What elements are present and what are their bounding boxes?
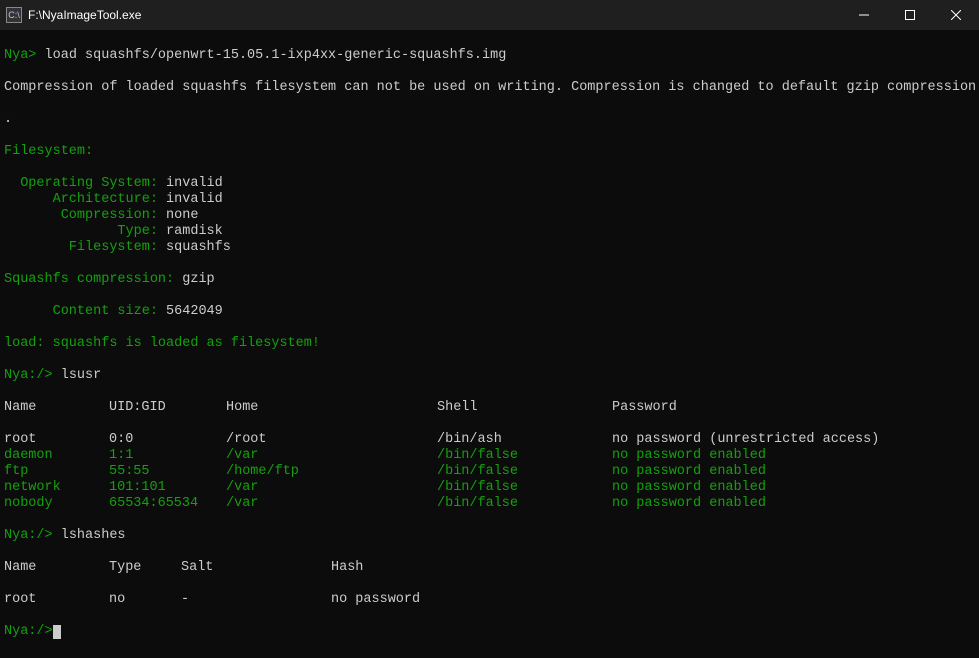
user-name: nobody <box>4 496 109 512</box>
user-name: daemon <box>4 448 109 464</box>
fs-value: invalid <box>158 192 223 207</box>
col-header-name: Name <box>4 400 109 416</box>
hash-row: rootno-no password <box>4 592 975 608</box>
user-uid: 1:1 <box>109 448 226 464</box>
warning-line: . <box>4 112 975 128</box>
content-size-label: Content size: <box>4 304 158 319</box>
user-shell: /bin/ash <box>437 432 612 448</box>
user-home: /var <box>226 448 437 464</box>
user-uid: 0:0 <box>109 432 226 448</box>
col-header-home: Home <box>226 400 437 416</box>
close-button[interactable] <box>933 0 979 30</box>
col-header-shell: Shell <box>437 400 612 416</box>
user-home: /var <box>226 480 437 496</box>
user-name: root <box>4 432 109 448</box>
warning-line: Compression of loaded squashfs filesyste… <box>4 80 975 96</box>
user-uid: 55:55 <box>109 464 226 480</box>
user-name: ftp <box>4 464 109 480</box>
col-header-hash: Hash <box>331 560 363 576</box>
window-titlebar: C:\ F:\NyaImageTool.exe <box>0 0 979 30</box>
user-shell: /bin/false <box>437 464 612 480</box>
user-row: nobody65534:65534/var/bin/falseno passwo… <box>4 496 975 512</box>
fs-label: Compression: <box>4 208 158 223</box>
app-icon: C:\ <box>6 7 22 23</box>
fs-label: Operating System: <box>4 176 158 191</box>
hash-value: no password <box>331 592 420 608</box>
squashfs-compression-value: gzip <box>174 272 215 287</box>
load-success-msg: load: squashfs is loaded as filesystem! <box>4 336 975 352</box>
col-header-uid: UID:GID <box>109 400 226 416</box>
user-password: no password enabled <box>612 480 766 496</box>
window-title: F:\NyaImageTool.exe <box>28 8 141 22</box>
user-password: no password enabled <box>612 496 766 512</box>
hash-type: no <box>109 592 181 608</box>
user-table-header: NameUID:GIDHomeShellPassword <box>4 400 975 416</box>
command-text: load squashfs/openwrt-15.05.1-ixp4xx-gen… <box>45 48 507 63</box>
user-uid: 65534:65534 <box>109 496 226 512</box>
col-header-password: Password <box>612 400 677 416</box>
user-row: root0:0/root/bin/ashno password (unrestr… <box>4 432 975 448</box>
prompt: Nya:/> <box>4 528 61 543</box>
col-header-name: Name <box>4 560 109 576</box>
filesystem-header: Filesystem: <box>4 144 975 160</box>
fs-value: none <box>158 208 199 223</box>
user-row: ftp55:55/home/ftp/bin/falseno password e… <box>4 464 975 480</box>
fs-value: ramdisk <box>158 224 223 239</box>
user-home: /var <box>226 496 437 512</box>
user-name: network <box>4 480 109 496</box>
fs-label: Filesystem: <box>4 240 158 255</box>
maximize-button[interactable] <box>887 0 933 30</box>
command-text: lshashes <box>61 528 126 543</box>
col-header-salt: Salt <box>181 560 331 576</box>
minimize-button[interactable] <box>841 0 887 30</box>
prompt: Nya:/> <box>4 368 61 383</box>
content-size-value: 5642049 <box>158 304 223 319</box>
squashfs-compression-label: Squashfs compression: <box>4 272 174 287</box>
prompt: Nya> <box>4 48 45 63</box>
hash-name: root <box>4 592 109 608</box>
col-header-type: Type <box>109 560 181 576</box>
fs-value: invalid <box>158 176 223 191</box>
terminal-output[interactable]: Nya> load squashfs/openwrt-15.05.1-ixp4x… <box>0 30 979 658</box>
user-row: network101:101/var/bin/falseno password … <box>4 480 975 496</box>
user-shell: /bin/false <box>437 448 612 464</box>
user-password: no password (unrestricted access) <box>612 432 879 448</box>
user-home: /root <box>226 432 437 448</box>
hash-salt: - <box>181 592 331 608</box>
fs-value: squashfs <box>158 240 231 255</box>
command-text: lsusr <box>61 368 102 383</box>
cursor <box>53 625 61 639</box>
user-shell: /bin/false <box>437 480 612 496</box>
prompt: Nya:/> <box>4 624 53 639</box>
user-home: /home/ftp <box>226 464 437 480</box>
user-password: no password enabled <box>612 448 766 464</box>
user-uid: 101:101 <box>109 480 226 496</box>
user-shell: /bin/false <box>437 496 612 512</box>
user-password: no password enabled <box>612 464 766 480</box>
hash-table-header: NameTypeSaltHash <box>4 560 975 576</box>
user-row: daemon1:1/var/bin/falseno password enabl… <box>4 448 975 464</box>
fs-label: Type: <box>4 224 158 239</box>
fs-label: Architecture: <box>4 192 158 207</box>
